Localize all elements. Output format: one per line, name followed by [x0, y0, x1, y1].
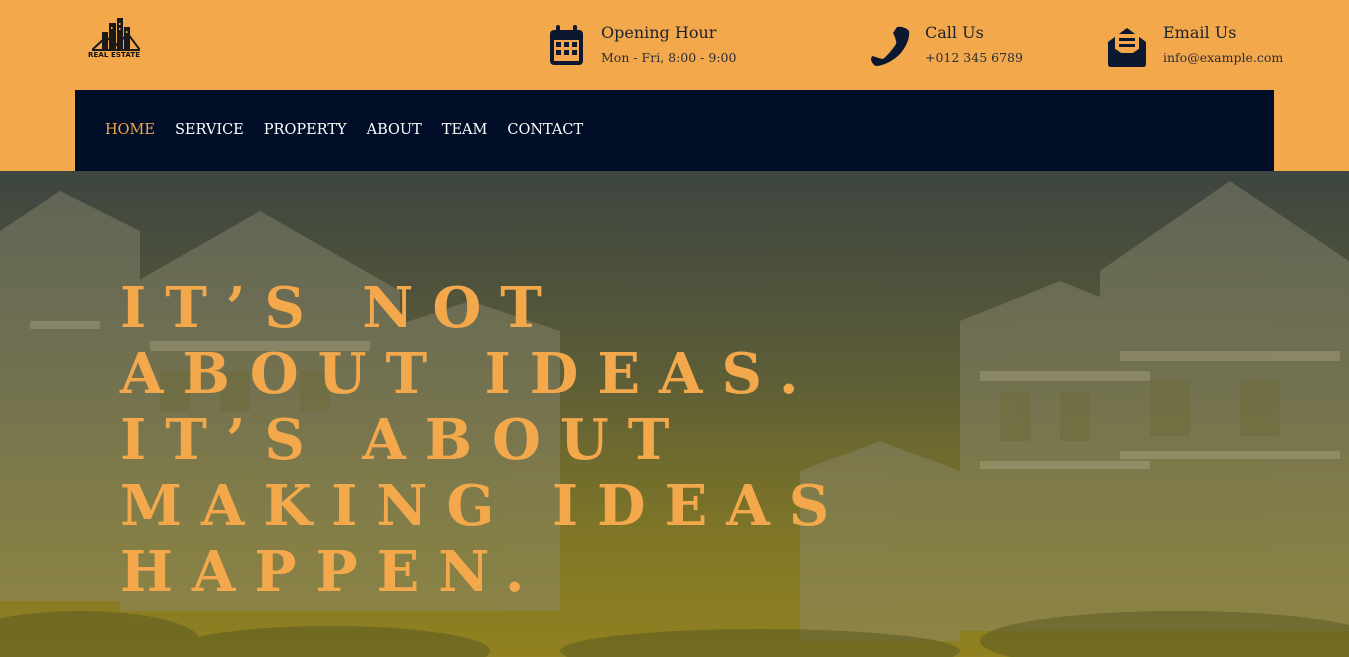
- top-header: REAL ESTATE Opening Hour Mon - Fri, 8:00…: [0, 0, 1349, 171]
- nav-item-contact[interactable]: CONTACT: [507, 122, 583, 138]
- call-us-title: Call Us: [925, 23, 984, 42]
- main-navbar: HOME SERVICE PROPERTY ABOUT TEAM CONTACT: [75, 90, 1274, 171]
- calendar-icon: [550, 25, 583, 65]
- nav-item-home[interactable]: HOME: [105, 122, 155, 138]
- nav-item-team[interactable]: TEAM: [442, 122, 488, 138]
- phone-icon: [871, 26, 910, 67]
- email-us-title: Email Us: [1163, 23, 1237, 42]
- logo-text: REAL ESTATE: [88, 51, 141, 59]
- hero-section: IT’S NOT ABOUT IDEAS. IT’S ABOUT MAKING IDE…: [0, 171, 1349, 657]
- envelope-open-icon: [1108, 28, 1146, 67]
- opening-hour-title: Opening Hour: [601, 23, 717, 42]
- nav-item-service[interactable]: SERVICE: [175, 122, 244, 138]
- email-us-address[interactable]: info@example.com: [1163, 50, 1283, 65]
- nav-item-property[interactable]: PROPERTY: [264, 122, 347, 138]
- hero-headline: IT’S NOT ABOUT IDEAS. IT’S ABOUT MAKING IDE…: [120, 275, 880, 605]
- opening-hour-value: Mon - Fri, 8:00 - 9:00: [601, 50, 737, 65]
- hero-headline-line: IT’S ABOUT: [120, 407, 689, 473]
- nav-menu: HOME SERVICE PROPERTY ABOUT TEAM CONTACT: [105, 122, 583, 138]
- hero-headline-line: IT’S NOT: [120, 275, 561, 341]
- hero-headline-line: HAPPEN.: [120, 539, 544, 605]
- hero-headline-line: MAKING IDEAS: [120, 473, 849, 539]
- hero-headline-line: ABOUT IDEAS.: [120, 341, 818, 407]
- brand-logo[interactable]: REAL ESTATE: [88, 18, 144, 62]
- call-us-number[interactable]: +012 345 6789: [925, 50, 1023, 65]
- nav-item-about[interactable]: ABOUT: [367, 122, 422, 138]
- building-logo-icon: [92, 18, 140, 51]
